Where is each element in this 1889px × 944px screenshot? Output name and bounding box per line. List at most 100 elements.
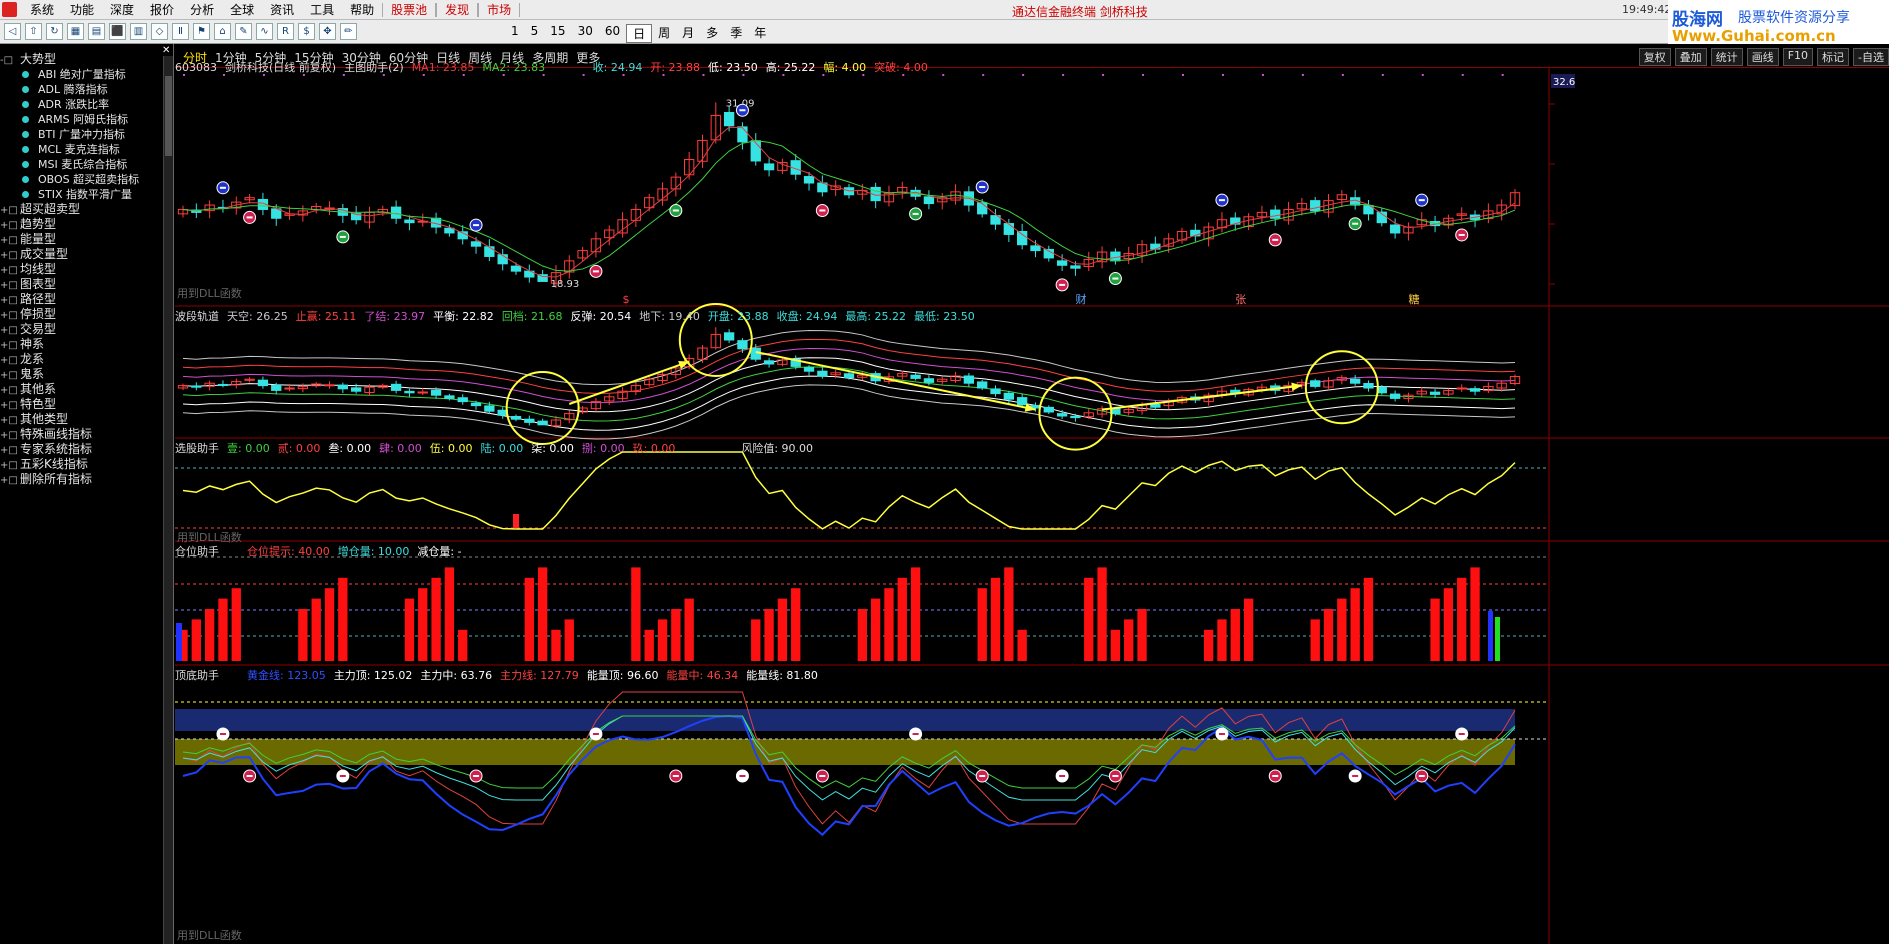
- menu-item[interactable]: 工具: [302, 3, 342, 17]
- tree-group[interactable]: +□ 能量型: [0, 232, 139, 247]
- tree-group[interactable]: -□ 大势型: [0, 52, 139, 67]
- toolbar-icon[interactable]: $: [298, 23, 315, 40]
- main-indicator[interactable]: 主图助手(2): [344, 61, 404, 74]
- tree-group[interactable]: +□ 神系: [0, 337, 139, 352]
- tree-toggle[interactable]: +□: [0, 293, 20, 308]
- tree-toggle[interactable]: +□: [0, 428, 20, 443]
- toolbar-icon[interactable]: ⬛: [109, 23, 126, 40]
- chart-tool-button[interactable]: 复权: [1638, 48, 1671, 66]
- toolbar-period[interactable]: 月: [676, 24, 700, 43]
- tree-group[interactable]: +□ 停损型: [0, 307, 139, 322]
- chart-tool-button[interactable]: F10: [1782, 48, 1814, 66]
- tree-group[interactable]: +□ 超买超卖型: [0, 202, 139, 217]
- toolbar-icon[interactable]: Ⅱ: [172, 23, 189, 40]
- close-icon[interactable]: ✕: [162, 46, 172, 56]
- toolbar-icon[interactable]: ⚑: [193, 23, 210, 40]
- menu-item[interactable]: 系统: [22, 3, 62, 17]
- tree-group[interactable]: +□ 专家系统指标: [0, 442, 139, 457]
- tree-group[interactable]: +□ 趋势型: [0, 217, 139, 232]
- tree-toggle[interactable]: +□: [0, 308, 20, 323]
- toolbar-icon[interactable]: ✥: [319, 23, 336, 40]
- tree-group[interactable]: +□ 特殊画线指标: [0, 427, 139, 442]
- tree-group[interactable]: +□ 特色型: [0, 397, 139, 412]
- menu-item[interactable]: 帮助: [342, 3, 382, 17]
- position-title[interactable]: 仓位助手: [175, 545, 219, 558]
- tree-group[interactable]: +□ 路径型: [0, 292, 139, 307]
- sidebar-scrollbar[interactable]: [163, 56, 173, 944]
- toolbar-period[interactable]: 60: [599, 24, 626, 43]
- chart-tool-button[interactable]: 统计: [1710, 48, 1743, 66]
- scroll-thumb[interactable]: [165, 76, 172, 156]
- tree-item[interactable]: OBOS 超买超卖指标: [0, 172, 139, 187]
- tree-toggle[interactable]: -□: [0, 53, 20, 68]
- toolbar-icon[interactable]: ↻: [46, 23, 63, 40]
- toolbar-period[interactable]: 季: [724, 24, 748, 43]
- toolbar-period[interactable]: 15: [544, 24, 571, 43]
- tree-group[interactable]: +□ 其他类型: [0, 412, 139, 427]
- tree-toggle[interactable]: +□: [0, 338, 20, 353]
- tree-toggle[interactable]: +□: [0, 443, 20, 458]
- tree-item[interactable]: ARMS 阿姆氏指标: [0, 112, 139, 127]
- tree-group[interactable]: +□ 五彩K线指标: [0, 457, 139, 472]
- tree-item[interactable]: MCL 麦克连指标: [0, 142, 139, 157]
- toolbar-icon[interactable]: ▤: [88, 23, 105, 40]
- tree-toggle[interactable]: +□: [0, 203, 20, 218]
- tree-toggle[interactable]: +□: [0, 263, 20, 278]
- tree-item[interactable]: ABI 绝对广量指标: [0, 67, 139, 82]
- tree-toggle[interactable]: +□: [0, 353, 20, 368]
- pick-title[interactable]: 选股助手: [175, 442, 219, 455]
- tree-toggle[interactable]: +□: [0, 278, 20, 293]
- toolbar-icon[interactable]: ⇧: [25, 23, 42, 40]
- chart-tool-button[interactable]: 标记: [1817, 48, 1850, 66]
- toolbar-icon[interactable]: ⌂: [214, 23, 231, 40]
- tree-toggle[interactable]: +□: [0, 323, 20, 338]
- menu-item[interactable]: 报价: [142, 3, 182, 17]
- tree-toggle[interactable]: +□: [0, 383, 20, 398]
- menu-item[interactable]: 分析: [182, 3, 222, 17]
- tree-group[interactable]: +□ 均线型: [0, 262, 139, 277]
- chart-tool-button[interactable]: -自选: [1853, 48, 1889, 66]
- tree-item[interactable]: ADL 腾落指标: [0, 82, 139, 97]
- tree-item[interactable]: STIX 指数平滑广量: [0, 187, 139, 202]
- toolbar-icon[interactable]: ∿: [256, 23, 273, 40]
- toolbar-icon[interactable]: ▦: [67, 23, 84, 40]
- menu-item-hot[interactable]: 股票池: [382, 3, 437, 17]
- toolbar-icon[interactable]: ✏: [340, 23, 357, 40]
- menu-item-hot[interactable]: 市场: [478, 3, 521, 17]
- toolbar-icon[interactable]: ✎: [235, 23, 252, 40]
- chart-tool-button[interactable]: 叠加: [1674, 48, 1707, 66]
- band-title[interactable]: 波段轨道: [175, 310, 219, 323]
- tree-group[interactable]: +□ 图表型: [0, 277, 139, 292]
- tree-toggle[interactable]: +□: [0, 218, 20, 233]
- toolbar-period[interactable]: 日: [626, 24, 653, 43]
- menu-item[interactable]: 深度: [102, 3, 142, 17]
- tree-toggle[interactable]: +□: [0, 368, 20, 383]
- tree-toggle[interactable]: +□: [0, 233, 20, 248]
- tree-toggle[interactable]: +□: [0, 248, 20, 263]
- menu-item[interactable]: 全球: [222, 3, 262, 17]
- tree-toggle[interactable]: +□: [0, 458, 20, 473]
- topbottom-title[interactable]: 顶底助手: [175, 669, 219, 682]
- menu-item-hot[interactable]: 发现: [436, 3, 479, 17]
- toolbar-icon[interactable]: ◁: [4, 23, 21, 40]
- chart-canvas[interactable]: 32.631.0918.93$ 财张糖: [175, 44, 1889, 944]
- tree-group[interactable]: +□ 其他系: [0, 382, 139, 397]
- toolbar-icon[interactable]: R: [277, 23, 294, 40]
- tree-item[interactable]: MSI 麦氏综合指标: [0, 157, 139, 172]
- tree-toggle[interactable]: +□: [0, 398, 20, 413]
- tree-group[interactable]: +□ 成交量型: [0, 247, 139, 262]
- chart-tool-button[interactable]: 画线: [1746, 48, 1779, 66]
- toolbar-icon[interactable]: ◇: [151, 23, 168, 40]
- tree-group[interactable]: +□ 鬼系: [0, 367, 139, 382]
- toolbar-period[interactable]: 1: [505, 24, 525, 43]
- tree-group[interactable]: +□ 删除所有指标: [0, 472, 139, 487]
- toolbar-period[interactable]: 多: [700, 24, 724, 43]
- toolbar-period[interactable]: 30: [572, 24, 599, 43]
- tree-toggle[interactable]: +□: [0, 473, 20, 488]
- tree-toggle[interactable]: +□: [0, 413, 20, 428]
- tree-item[interactable]: ADR 涨跌比率: [0, 97, 139, 112]
- tree-group[interactable]: +□ 交易型: [0, 322, 139, 337]
- toolbar-period[interactable]: 周: [652, 24, 676, 43]
- menu-item[interactable]: 功能: [62, 3, 102, 17]
- tree-item[interactable]: BTI 广量冲力指标: [0, 127, 139, 142]
